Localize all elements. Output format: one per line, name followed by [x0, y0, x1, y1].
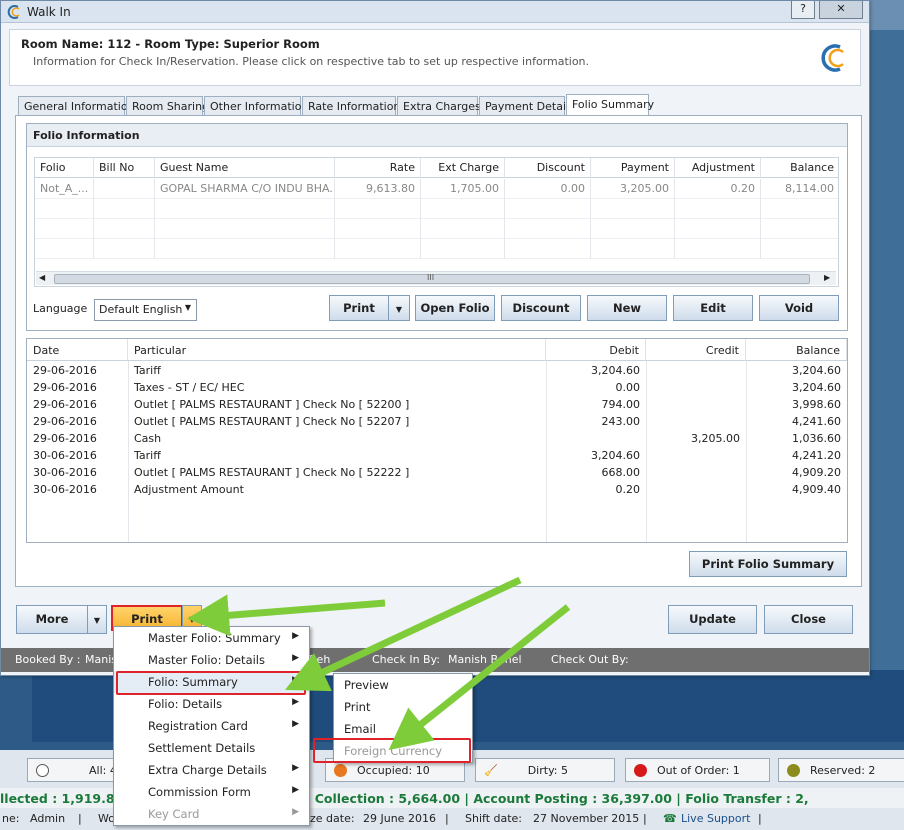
annotation-arrows [187, 576, 571, 751]
arrow-to-folio-summary [284, 576, 522, 692]
arrow-to-foreign-currency [388, 604, 571, 751]
arrow-to-print [187, 594, 386, 637]
